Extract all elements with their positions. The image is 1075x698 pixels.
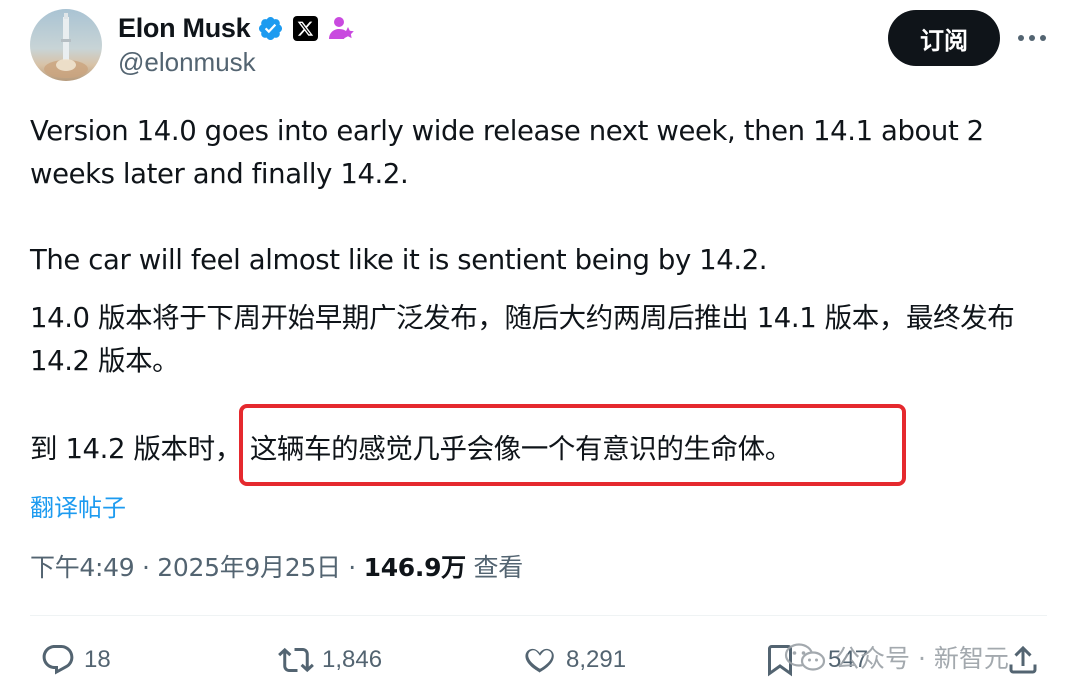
- translated-prefix: 到 14.2 版本时，: [30, 433, 242, 465]
- like-icon: [525, 648, 554, 673]
- timestamp-row: 下午4:49 · 2025年9月25日 · 146.9万 查看: [30, 553, 524, 582]
- tweet-paragraph: Version 14.0 goes into early wide releas…: [30, 115, 984, 190]
- more-icon[interactable]: [1014, 22, 1050, 54]
- repost-button[interactable]: 1,846: [278, 640, 382, 680]
- subscribe-button[interactable]: 订阅: [888, 10, 1000, 66]
- views-count: 146.9万: [363, 553, 467, 582]
- translate-post-link[interactable]: 翻译帖子: [30, 488, 126, 523]
- views-label: 查看: [473, 553, 524, 582]
- verified-icon: [259, 16, 283, 40]
- share-icon: [1009, 645, 1037, 674]
- repost-count: 1,846: [322, 646, 383, 673]
- reply-count: 18: [84, 646, 111, 673]
- translated-paragraph: 14.0 版本将于下周开始早期广泛发布，随后大约两周后推出 14.1 版本，最终…: [30, 302, 1015, 377]
- reply-icon: [42, 645, 74, 675]
- x-logo-icon: [293, 15, 319, 41]
- user-handle[interactable]: @elonmusk: [118, 47, 256, 78]
- repost-icon: [278, 647, 314, 673]
- watermark-text: 公众号 · 新智元: [835, 644, 1009, 673]
- display-name[interactable]: Elon Musk: [118, 13, 251, 44]
- like-count: 8,291: [566, 646, 627, 673]
- avatar[interactable]: [30, 9, 102, 81]
- highlight-box: [239, 404, 906, 486]
- watermark: 公众号 · 新智元: [783, 640, 1009, 674]
- like-button[interactable]: 8,291: [522, 640, 626, 680]
- post-date[interactable]: 2025年9月25日: [157, 553, 341, 582]
- pronoun-icon: [329, 17, 355, 39]
- post-time[interactable]: 下午4:49: [30, 553, 135, 582]
- tweet-paragraph: The car will feel almost like it is sent…: [30, 244, 768, 276]
- wechat-icon: [784, 643, 826, 671]
- author-row: Elon Musk: [118, 12, 355, 44]
- divider: [30, 615, 1047, 616]
- reply-button[interactable]: 18: [40, 640, 111, 680]
- share-button[interactable]: [1005, 640, 1041, 680]
